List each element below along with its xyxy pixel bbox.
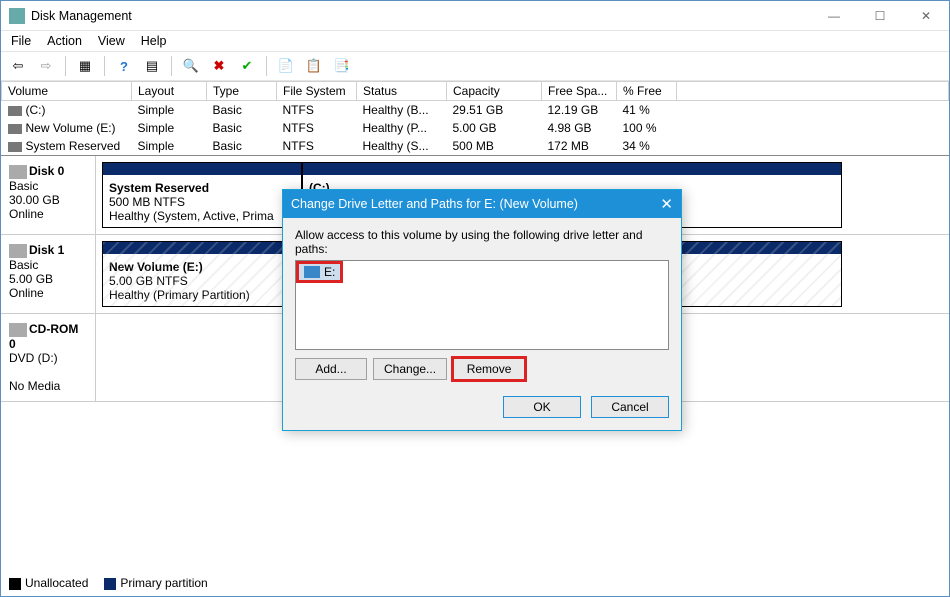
remove-button[interactable]: Remove <box>453 358 525 380</box>
col-free[interactable]: Free Spa... <box>542 82 617 101</box>
legend-primary: Primary partition <box>120 576 207 590</box>
col-layout[interactable]: Layout <box>132 82 207 101</box>
drive-list[interactable]: E: <box>295 260 669 350</box>
disk-icon <box>9 323 27 337</box>
show-hide-button[interactable]: ▦ <box>74 55 96 77</box>
back-button[interactable]: ⇦ <box>7 55 29 77</box>
dialog-close-icon[interactable]: ✕ <box>660 195 673 213</box>
drive-icon <box>304 266 320 278</box>
forward-button[interactable]: ⇨ <box>35 55 57 77</box>
legend: Unallocated Primary partition <box>9 576 208 590</box>
maximize-button[interactable]: ☐ <box>857 1 903 31</box>
partition[interactable]: System Reserved500 MB NTFSHealthy (Syste… <box>102 162 302 228</box>
disk-icon <box>9 165 27 179</box>
legend-unallocated: Unallocated <box>25 576 88 590</box>
drive-list-item[interactable]: E: <box>298 263 341 281</box>
volume-table: Volume Layout Type File System Status Ca… <box>1 81 949 155</box>
menu-view[interactable]: View <box>98 34 125 48</box>
doc3-icon[interactable]: 📑 <box>331 55 353 77</box>
delete-icon[interactable]: ✖ <box>208 55 230 77</box>
check-icon[interactable]: ✔ <box>236 55 258 77</box>
close-button[interactable]: ✕ <box>903 1 949 31</box>
titlebar: Disk Management — ☐ ✕ <box>1 1 949 31</box>
app-icon <box>9 8 25 24</box>
doc1-icon[interactable]: 📄 <box>275 55 297 77</box>
doc2-icon[interactable]: 📋 <box>303 55 325 77</box>
drive-letter-label: E: <box>324 265 335 279</box>
minimize-button[interactable]: — <box>811 1 857 31</box>
volume-row[interactable]: (C:)SimpleBasicNTFSHealthy (B...29.51 GB… <box>2 101 949 120</box>
col-pct[interactable]: % Free <box>617 82 677 101</box>
ok-button[interactable]: OK <box>503 396 581 418</box>
change-button[interactable]: Change... <box>373 358 447 380</box>
help-icon[interactable]: ? <box>113 55 135 77</box>
dialog-title: Change Drive Letter and Paths for E: (Ne… <box>291 197 578 211</box>
dialog-instruction: Allow access to this volume by using the… <box>295 228 669 256</box>
cancel-button[interactable]: Cancel <box>591 396 669 418</box>
menu-help[interactable]: Help <box>141 34 167 48</box>
add-button[interactable]: Add... <box>295 358 367 380</box>
menu-file[interactable]: File <box>11 34 31 48</box>
refresh-icon[interactable]: 🔍 <box>180 55 202 77</box>
col-status[interactable]: Status <box>357 82 447 101</box>
col-fs[interactable]: File System <box>277 82 357 101</box>
toolbar: ⇦ ⇨ ▦ ? ▤ 🔍 ✖ ✔ 📄 📋 📑 <box>1 51 949 81</box>
volume-row[interactable]: New Volume (E:)SimpleBasicNTFSHealthy (P… <box>2 119 949 137</box>
volume-row[interactable]: System ReservedSimpleBasicNTFSHealthy (S… <box>2 137 949 155</box>
col-type[interactable]: Type <box>207 82 277 101</box>
col-capacity[interactable]: Capacity <box>447 82 542 101</box>
menubar: File Action View Help <box>1 31 949 51</box>
disk-icon <box>9 244 27 258</box>
menu-action[interactable]: Action <box>47 34 82 48</box>
window-title: Disk Management <box>31 9 811 23</box>
change-drive-letter-dialog: Change Drive Letter and Paths for E: (Ne… <box>282 189 682 431</box>
col-volume[interactable]: Volume <box>2 82 132 101</box>
properties-icon[interactable]: ▤ <box>141 55 163 77</box>
